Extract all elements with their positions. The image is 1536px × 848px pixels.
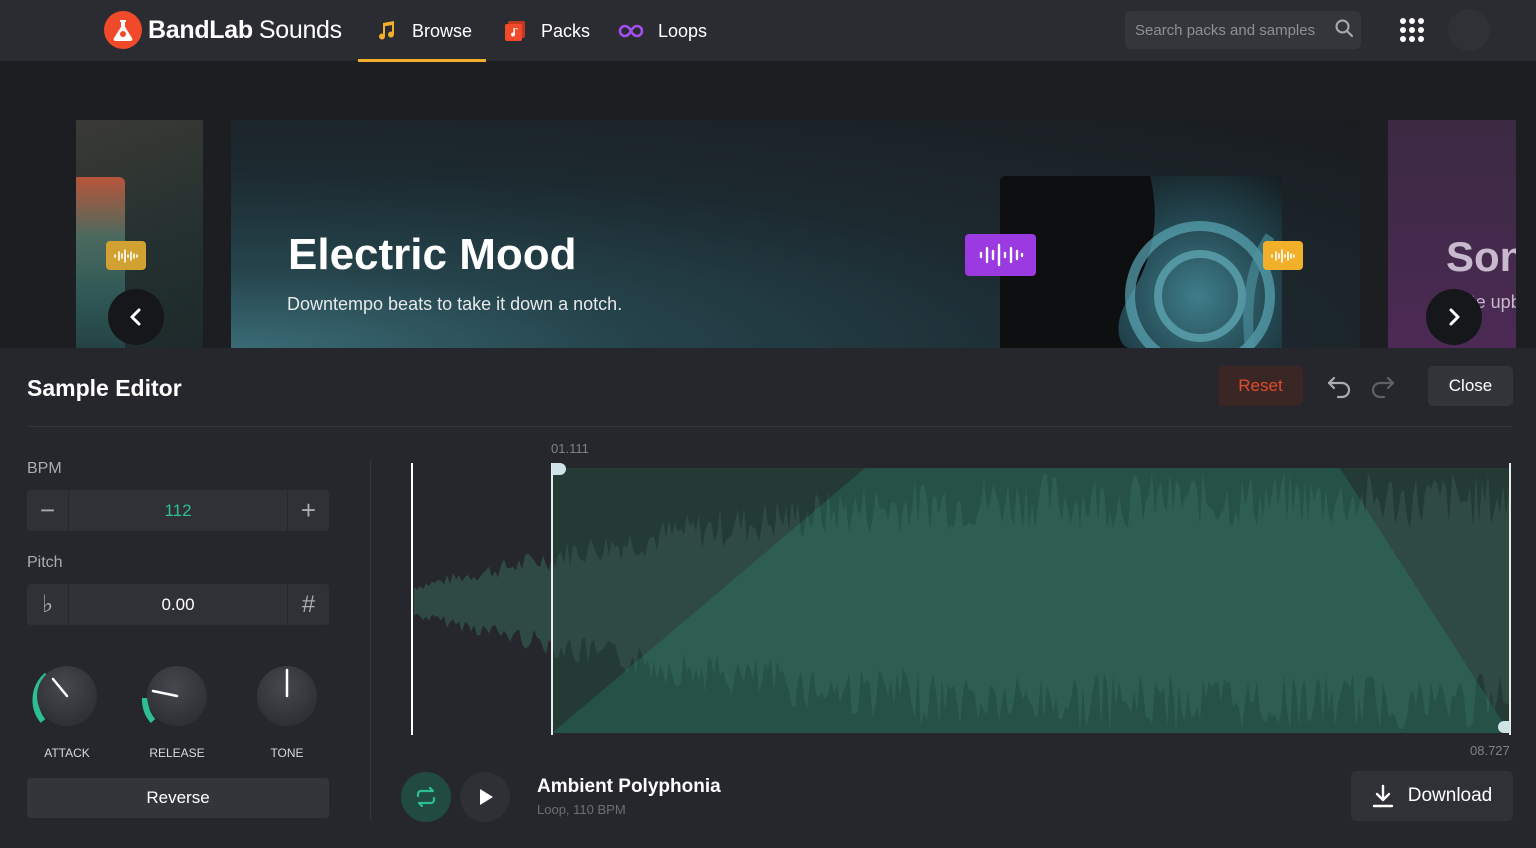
tab-packs[interactable]: Packs bbox=[503, 0, 590, 62]
bpm-label: BPM bbox=[27, 460, 62, 477]
start-handle-icon bbox=[552, 463, 566, 475]
carousel-next-button[interactable] bbox=[1426, 289, 1482, 345]
slide-subtitle: Downtempo beats to take it down a notch. bbox=[287, 294, 623, 314]
bandlab-logo-icon bbox=[104, 11, 142, 49]
pitch-label: Pitch bbox=[27, 554, 63, 571]
tab-browse[interactable]: Browse bbox=[358, 0, 487, 62]
reset-button[interactable]: Reset bbox=[1218, 366, 1303, 406]
waveform-chip-icon bbox=[965, 234, 1036, 276]
waveform-display[interactable] bbox=[400, 443, 1520, 743]
attack-knob[interactable]: ATTACK bbox=[27, 666, 107, 766]
tab-loops-label: Loops bbox=[658, 20, 708, 41]
slide-title: Electric Mood bbox=[288, 230, 577, 279]
bpm-increase-button[interactable]: + bbox=[288, 490, 329, 531]
featured-carousel: Electric Mood Downtempo beats to take it… bbox=[0, 63, 1536, 348]
release-label: RELEASE bbox=[149, 746, 205, 760]
waveform-chip-icon bbox=[106, 241, 146, 270]
bandlab-sounds-logo[interactable]: BandLab Sounds bbox=[104, 11, 342, 49]
end-time-label: 08.727 bbox=[1470, 743, 1510, 758]
divider bbox=[370, 460, 371, 820]
infinity-icon bbox=[618, 19, 644, 43]
top-navigation: BandLab Sounds Browse Packs Loops bbox=[0, 0, 1536, 62]
sample-editor-panel: Sample Editor Reset Close BPM − 112 + Pi… bbox=[0, 348, 1536, 848]
loop-icon bbox=[416, 786, 436, 808]
tab-browse-label: Browse bbox=[412, 20, 473, 41]
loop-button[interactable] bbox=[401, 772, 451, 822]
redo-icon[interactable] bbox=[1368, 370, 1398, 400]
waveform-chip-icon bbox=[1263, 241, 1303, 270]
pitch-flat-button[interactable]: ♭ bbox=[27, 584, 68, 625]
search-icon[interactable] bbox=[1334, 18, 1354, 43]
apps-grid-icon[interactable] bbox=[1400, 18, 1424, 42]
packs-icon bbox=[503, 19, 527, 43]
play-button[interactable] bbox=[460, 772, 510, 822]
bpm-stepper: − 112 + bbox=[27, 490, 329, 531]
end-handle-icon bbox=[1498, 721, 1510, 733]
divider bbox=[27, 426, 1513, 427]
pitch-stepper: ♭ 0.00 # bbox=[27, 584, 329, 625]
chevron-right-icon bbox=[1449, 308, 1460, 326]
pitch-sharp-button[interactable]: # bbox=[288, 584, 329, 625]
avatar[interactable] bbox=[1448, 9, 1490, 51]
slide-artwork bbox=[1000, 176, 1282, 348]
search-input[interactable] bbox=[1135, 21, 1334, 39]
brand-subname: Sounds bbox=[258, 15, 342, 44]
tone-knob[interactable]: TONE bbox=[247, 666, 327, 766]
track-title: Ambient Polyphonia bbox=[537, 776, 721, 797]
brand-name: BandLab bbox=[148, 15, 253, 44]
attack-label: ATTACK bbox=[44, 746, 90, 760]
close-button[interactable]: Close bbox=[1428, 366, 1513, 406]
undo-icon[interactable] bbox=[1324, 370, 1354, 400]
carousel-prev-button[interactable] bbox=[108, 289, 164, 345]
next-slide-title: Son bbox=[1446, 233, 1516, 280]
chevron-left-icon bbox=[130, 308, 141, 326]
music-note-icon bbox=[374, 19, 398, 43]
play-icon bbox=[480, 789, 493, 805]
download-label: Download bbox=[1407, 785, 1493, 806]
download-icon bbox=[1372, 784, 1394, 808]
download-button[interactable]: Download bbox=[1351, 771, 1513, 821]
editor-title: Sample Editor bbox=[27, 375, 182, 401]
search-box bbox=[1125, 11, 1361, 49]
release-knob[interactable]: RELEASE bbox=[137, 666, 217, 766]
pitch-value[interactable]: 0.00 bbox=[68, 584, 288, 625]
bpm-value[interactable]: 112 bbox=[68, 490, 288, 531]
track-subtitle: Loop, 110 BPM bbox=[537, 802, 626, 817]
reverse-button[interactable]: Reverse bbox=[27, 778, 329, 818]
tone-label: TONE bbox=[270, 746, 304, 760]
tab-loops[interactable]: Loops bbox=[618, 0, 707, 62]
tab-packs-label: Packs bbox=[541, 20, 591, 41]
bpm-decrease-button[interactable]: − bbox=[27, 490, 68, 531]
